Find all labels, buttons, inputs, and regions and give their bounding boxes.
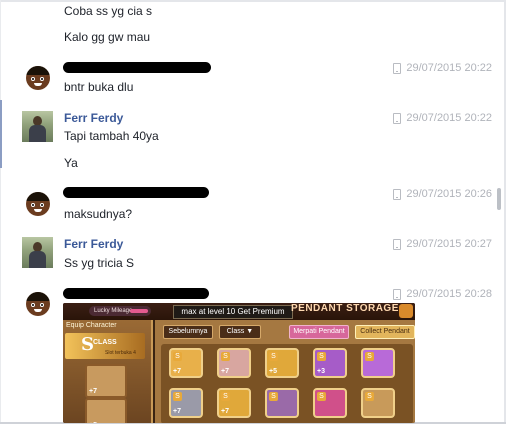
sender-name-link[interactable]: Ferr Ferdy bbox=[64, 237, 123, 251]
pendant-item: S +3 bbox=[313, 348, 347, 378]
redacted-sender-name bbox=[63, 288, 209, 299]
message-timestamp: 29/07/2015 20:22 bbox=[393, 62, 492, 74]
attached-image-game-screenshot[interactable]: Lucky Mileage max at level 10 Get Premiu… bbox=[63, 303, 415, 423]
message-text: Tapi tambah 40ya bbox=[64, 129, 159, 143]
window-top-border bbox=[0, 0, 506, 2]
message-text: Kalo gg gw mau bbox=[64, 30, 151, 44]
collect-pendant-button: Collect Pendant bbox=[355, 325, 415, 339]
redacted-sender-name bbox=[63, 187, 209, 198]
avatar[interactable] bbox=[26, 192, 50, 216]
message-timestamp: 29/07/2015 20:27 bbox=[393, 238, 492, 250]
mobile-phone-icon bbox=[393, 288, 402, 300]
pendant-item: S +7 bbox=[217, 388, 251, 418]
sender-name-link[interactable]: Ferr Ferdy bbox=[64, 111, 123, 125]
message-timestamp: 29/07/2015 20:26 bbox=[393, 188, 492, 200]
avatar[interactable] bbox=[22, 111, 53, 142]
redacted-sender-name bbox=[63, 62, 211, 73]
home-icon bbox=[399, 304, 413, 318]
equip-label: Equip Character bbox=[66, 322, 117, 329]
mobile-phone-icon bbox=[393, 62, 402, 74]
message-text: Coba ss yg cia s bbox=[64, 4, 153, 18]
pendant-item: S +7 bbox=[217, 348, 251, 378]
pendant-item: S +7 bbox=[169, 388, 203, 418]
message-text: bntr buka dlu bbox=[64, 80, 134, 94]
merge-pendant-button: Merpati Pendant bbox=[289, 325, 349, 339]
pendant-item: S bbox=[361, 348, 395, 378]
message-text: Ss yg tricia S bbox=[64, 256, 135, 270]
message-text: maksudnya? bbox=[64, 207, 133, 221]
message-timestamp: 29/07/2015 20:28 bbox=[393, 288, 492, 300]
avatar[interactable] bbox=[26, 66, 50, 90]
class-dropdown: Class ▼ bbox=[219, 325, 261, 339]
avatar[interactable] bbox=[26, 292, 50, 316]
premium-banner: max at level 10 Get Premium bbox=[173, 305, 293, 319]
pendant-item: S +5 bbox=[265, 348, 299, 378]
pendant-grid: S +7 S +7 S +5 S +3 S S +7 S +7 S S S bbox=[161, 344, 413, 423]
pendant-storage-panel: Sebelumnya Class ▼ Merpati Pendant Colle… bbox=[155, 320, 415, 423]
mobile-phone-icon bbox=[393, 238, 402, 250]
mobile-phone-icon bbox=[393, 112, 402, 124]
window-left-border bbox=[0, 0, 1, 424]
equip-panel: Equip Character S CLASS Slot terbuka 4 +… bbox=[63, 320, 153, 423]
equip-slot: +5 bbox=[85, 398, 127, 423]
pendant-item: S +7 bbox=[169, 348, 203, 378]
active-thread-indicator bbox=[0, 100, 2, 168]
avatar[interactable] bbox=[22, 237, 53, 268]
previous-button: Sebelumnya bbox=[163, 325, 213, 339]
message-text: Ya bbox=[64, 156, 78, 170]
equip-slot: +7 bbox=[85, 364, 127, 398]
scrollbar-thumb[interactable] bbox=[497, 188, 501, 210]
class-badge: S CLASS Slot terbuka 4 bbox=[65, 333, 145, 359]
mobile-phone-icon bbox=[393, 188, 402, 200]
pendant-item: S bbox=[265, 388, 299, 418]
pendant-item: S bbox=[361, 388, 395, 418]
storage-title: PENDANT STORAGE bbox=[291, 303, 399, 314]
pendant-item: S bbox=[313, 388, 347, 418]
message-timestamp: 29/07/2015 20:22 bbox=[393, 112, 492, 124]
lucky-mileage-bar: Lucky Mileage bbox=[89, 306, 151, 316]
